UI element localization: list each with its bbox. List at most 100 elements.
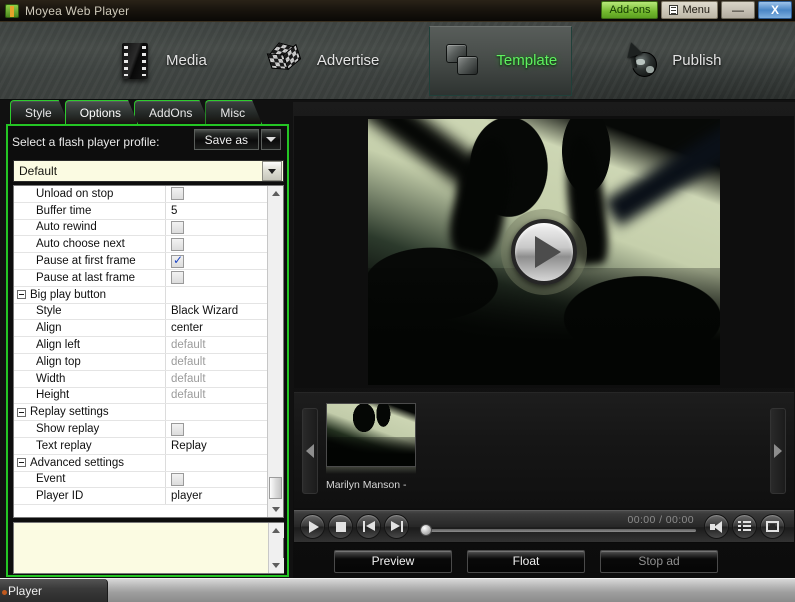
property-row[interactable]: Unload on stop — [14, 186, 267, 203]
close-button[interactable]: X — [758, 1, 792, 19]
stop-ad-button[interactable]: Stop ad — [600, 549, 718, 573]
big-play-button[interactable] — [501, 209, 587, 295]
property-row[interactable]: Pause at last frame — [14, 269, 267, 287]
property-row[interactable]: Show replay — [14, 421, 267, 438]
playlist-thumbnail[interactable] — [326, 403, 416, 467]
description-scroll-down-button[interactable] — [268, 558, 284, 573]
profile-select[interactable]: Default — [13, 160, 284, 182]
playlist-toggle-button[interactable] — [732, 514, 757, 539]
scroll-up-button[interactable] — [268, 186, 283, 201]
checkbox[interactable] — [171, 422, 184, 436]
seek-handle[interactable] — [420, 524, 432, 536]
video-surface[interactable] — [368, 119, 720, 385]
fullscreen-button[interactable] — [760, 514, 785, 539]
checkbox[interactable] — [171, 253, 184, 268]
property-row[interactable]: Align top default — [14, 353, 267, 371]
checkbox[interactable] — [171, 187, 184, 201]
property-value[interactable] — [166, 186, 267, 202]
property-value[interactable] — [166, 455, 267, 471]
property-row[interactable]: Align center — [14, 320, 267, 338]
property-value[interactable] — [166, 404, 267, 420]
property-row[interactable]: Buffer time 5 — [14, 202, 267, 220]
property-value[interactable]: center — [166, 320, 267, 336]
property-value[interactable] — [166, 253, 267, 269]
next-button[interactable] — [384, 514, 409, 539]
property-value[interactable]: Black Wizard — [166, 304, 267, 320]
property-value[interactable] — [166, 270, 267, 286]
previous-button[interactable] — [356, 514, 381, 539]
property-grid-scrollbar[interactable] — [267, 186, 283, 517]
nav-item-media[interactable]: Media — [100, 26, 221, 96]
property-row[interactable]: Auto rewind — [14, 219, 267, 237]
property-value[interactable] — [166, 236, 267, 252]
property-value[interactable]: Replay — [166, 438, 267, 454]
property-name-text: Auto rewind — [36, 221, 97, 234]
tab-addons[interactable]: AddOns — [134, 100, 209, 124]
scrollbar-thumb[interactable] — [269, 477, 282, 499]
property-value[interactable]: default — [166, 337, 267, 353]
save-as-button[interactable]: Save as — [193, 129, 259, 150]
play-circle-icon — [511, 219, 577, 285]
checkbox[interactable] — [171, 472, 184, 486]
addons-button[interactable]: Add-ons — [601, 1, 659, 19]
property-value[interactable]: default — [166, 354, 267, 370]
checkbox[interactable] — [171, 237, 184, 251]
property-row[interactable]: Style Black Wizard — [14, 303, 267, 321]
seek-bar[interactable]: 00:00 / 00:00 — [418, 511, 698, 542]
save-as-dropdown-button[interactable] — [261, 129, 281, 150]
play-button[interactable] — [300, 514, 325, 539]
description-scrollbar[interactable] — [268, 523, 284, 573]
nav-label-media: Media — [166, 52, 207, 69]
minimize-button[interactable]: — — [721, 1, 755, 19]
property-row[interactable]: Auto choose next — [14, 236, 267, 254]
property-row[interactable]: Height default — [14, 387, 267, 405]
nav-item-template[interactable]: Template — [429, 25, 573, 96]
property-value[interactable] — [166, 421, 267, 437]
list-item[interactable]: Marilyn Manson - — [326, 403, 420, 508]
property-value[interactable] — [166, 472, 267, 488]
property-value[interactable] — [166, 287, 267, 303]
tab-style[interactable]: Style — [10, 100, 69, 124]
description-scroll-up-button[interactable] — [268, 523, 284, 538]
stop-button[interactable] — [328, 514, 353, 539]
tab-options[interactable]: Options — [65, 100, 138, 124]
property-row[interactable]: Player ID player — [14, 488, 267, 506]
property-value[interactable]: default — [166, 371, 267, 387]
tab-misc[interactable]: Misc — [205, 100, 262, 124]
property-row[interactable]: Event — [14, 471, 267, 489]
nav-item-publish[interactable]: Publish — [606, 26, 735, 96]
playlist-prev-button[interactable] — [302, 407, 318, 494]
property-value[interactable] — [166, 220, 267, 236]
property-row[interactable]: Big play button — [14, 286, 267, 304]
taskbar-item-player[interactable]: Player — [0, 579, 108, 602]
scroll-down-button[interactable] — [268, 502, 283, 517]
property-name: Auto choose next — [14, 236, 166, 253]
checkbox[interactable] — [171, 271, 184, 285]
profile-select-arrow[interactable] — [262, 161, 282, 181]
description-text — [14, 523, 268, 573]
preview-button[interactable]: Preview — [334, 549, 452, 573]
property-value[interactable]: 5 — [166, 203, 267, 219]
playlist-next-button[interactable] — [770, 407, 786, 494]
tab-bar: Style Options AddOns Misc — [10, 100, 258, 124]
property-name-text: Player ID — [36, 490, 84, 503]
float-button[interactable]: Float — [467, 549, 585, 573]
seek-track[interactable] — [428, 529, 696, 532]
property-row[interactable]: Advanced settings — [14, 454, 267, 472]
collapse-icon[interactable] — [17, 407, 26, 417]
volume-button[interactable] — [704, 514, 729, 539]
checkbox[interactable] — [171, 220, 184, 234]
menu-button[interactable]: Menu — [661, 1, 718, 19]
property-value[interactable]: default — [166, 388, 267, 404]
play-icon — [309, 520, 319, 533]
property-row[interactable]: Replay settings — [14, 404, 267, 422]
collapse-icon[interactable] — [17, 290, 26, 300]
property-value[interactable]: player — [166, 488, 267, 504]
property-row[interactable]: Pause at first frame — [14, 253, 267, 270]
property-row[interactable]: Align left default — [14, 337, 267, 354]
collapse-icon[interactable] — [17, 458, 26, 468]
description-box — [13, 522, 284, 574]
property-row[interactable]: Width default — [14, 370, 267, 388]
property-row[interactable]: Text replay Replay — [14, 437, 267, 455]
nav-item-advertise[interactable]: Advertise — [251, 26, 394, 96]
